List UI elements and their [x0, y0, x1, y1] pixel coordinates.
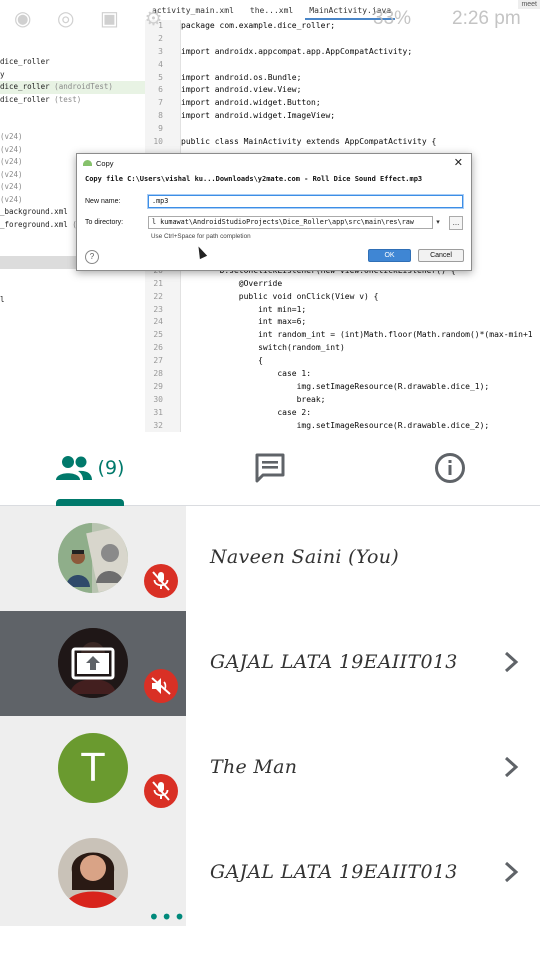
chevron-right-icon[interactable]	[500, 651, 522, 673]
code-line: 28 case 1:	[153, 369, 312, 379]
tab-chat[interactable]	[216, 432, 324, 504]
clock: 2:26 pm	[452, 8, 521, 29]
participant-name: GAJAL LATA 19EAIIT013	[210, 861, 458, 883]
participant-tile	[0, 506, 186, 611]
participant-tile: T	[0, 716, 186, 821]
code-line: 5 import android.os.Bundle;	[158, 72, 302, 82]
to-directory-label: To directory:	[85, 219, 124, 226]
info-icon	[435, 453, 465, 483]
android-studio-icon	[83, 160, 92, 166]
participant-row[interactable]: T The Man	[0, 716, 540, 821]
new-name-input[interactable]: .mp3	[148, 195, 463, 208]
tree-item[interactable]: l	[0, 294, 145, 307]
participant-tile-presenting	[0, 611, 186, 716]
path-completion-hint: Use Ctrl+Space for path completion	[151, 233, 251, 240]
speaker-off-icon	[144, 669, 178, 703]
tab-info[interactable]	[396, 432, 504, 504]
browse-button[interactable]: ...	[449, 216, 463, 230]
people-count: (9)	[97, 457, 125, 479]
code-line: 8 import android.widget.ImageView;	[158, 111, 336, 121]
shared-screen: activity_main.xml the...xml MainActivity…	[0, 0, 540, 432]
dialog-message: Copy file C:\Users\vishal ku...Downloads…	[85, 175, 423, 183]
code-line: 22 public void onClick(View v) {	[153, 291, 379, 301]
more-options-icon[interactable]: •••	[148, 907, 186, 927]
avatar	[58, 523, 128, 593]
help-icon[interactable]: ?	[85, 250, 99, 264]
panel-tabs: (9)	[0, 432, 540, 506]
code-line: 24 int max=6;	[153, 317, 307, 327]
participant-row[interactable]: ••• GAJAL LATA 19EAIIT013	[0, 821, 540, 927]
participant-list: Naveen Saini (You) GAJAL LATA 19EAIIT013…	[0, 506, 540, 960]
code-line: 23 int min=1;	[153, 304, 307, 314]
code-line: 26 switch(random_int)	[153, 343, 345, 353]
participant-name: GAJAL LATA 19EAIIT013	[210, 651, 458, 673]
dialog-title-bar: Copy	[83, 157, 114, 169]
code-line: 6 import android.view.View;	[158, 85, 302, 95]
chevron-right-icon[interactable]	[500, 756, 522, 778]
battery-level: 33%	[373, 8, 412, 29]
code-line: 9	[158, 124, 163, 134]
close-icon[interactable]: ✕	[454, 156, 463, 169]
copy-dialog: Copy ✕ Copy file C:\Users\vishal ku...Do…	[76, 153, 472, 271]
tree-item[interactable]	[0, 119, 145, 132]
notification-icons: ◉ ◎ ▣ ⚙	[14, 8, 173, 30]
dialog-title: Copy	[96, 158, 114, 168]
mic-off-icon	[144, 774, 178, 808]
tree-item[interactable]: dice_roller (androidTest)	[0, 81, 145, 94]
chevron-down-icon[interactable]: ▾	[432, 216, 444, 229]
tree-item[interactable]: y	[0, 69, 145, 82]
code-line: 3 import androidx.appcompat.app.AppCompat…	[158, 46, 413, 56]
meet-call-screen: activity_main.xml the...xml MainActivity…	[0, 0, 540, 960]
code-line: 4	[158, 59, 163, 69]
participant-row[interactable]: Naveen Saini (You)	[0, 506, 540, 611]
avatar	[58, 838, 128, 908]
active-tab-indicator	[56, 499, 124, 506]
tree-item[interactable]: dice_roller (test)	[0, 94, 145, 107]
cancel-button[interactable]: Cancel	[418, 249, 464, 262]
code-line: 32 img.setImageResource(R.drawable.dice_…	[153, 420, 490, 430]
chevron-right-icon[interactable]	[500, 861, 522, 883]
new-name-label: New name:	[85, 198, 121, 205]
participant-name: The Man	[210, 756, 298, 778]
code-line: 25 int random_int = (int)Math.floor(Math…	[153, 330, 533, 340]
code-line: 31 case 2:	[153, 407, 312, 417]
to-directory-input[interactable]: l kumawat\AndroidStudioProjects\Dice_Rol…	[148, 216, 433, 229]
code-line: 10 public class MainActivity extends AppC…	[153, 137, 437, 147]
tree-item[interactable]: dice_roller	[0, 56, 145, 69]
people-icon	[55, 456, 92, 480]
present-screen-icon	[71, 647, 115, 680]
tree-item[interactable]	[0, 281, 145, 294]
tree-item[interactable]	[0, 106, 145, 119]
ok-button[interactable]: OK	[368, 249, 411, 262]
code-line: 21 @Override	[153, 278, 283, 288]
tab-people[interactable]: (9)	[36, 432, 144, 504]
tree-item[interactable]: (v24)	[0, 131, 145, 144]
code-line: 27 {	[153, 356, 263, 366]
avatar: T	[58, 733, 128, 803]
participant-row[interactable]: GAJAL LATA 19EAIIT013	[0, 611, 540, 716]
code-line: 7 import android.widget.Button;	[158, 98, 321, 108]
participant-name: Naveen Saini (You)	[210, 546, 400, 568]
participant-tile: •••	[0, 821, 186, 927]
code-line: 30 break;	[153, 394, 326, 404]
phone-status-bar: ◉ ◎ ▣ ⚙ 33% 2:26 pm	[0, 0, 540, 40]
mic-off-icon	[144, 564, 178, 598]
code-line: 29 img.setImageResource(R.drawable.dice_…	[153, 381, 490, 391]
chat-icon	[255, 453, 285, 483]
